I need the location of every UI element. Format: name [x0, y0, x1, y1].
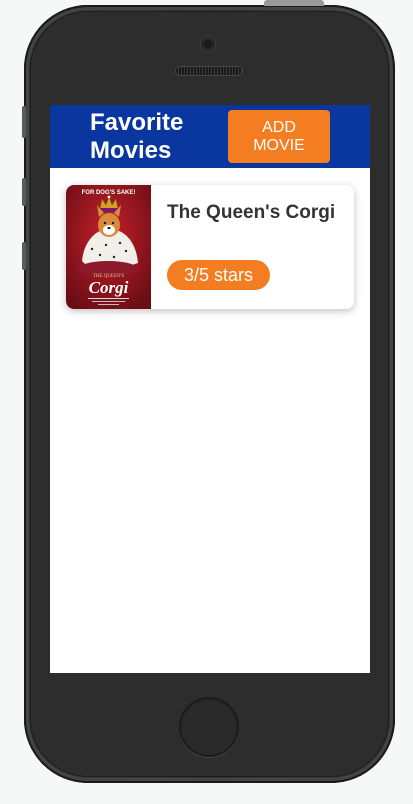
add-movie-button[interactable]: ADD MOVIE — [228, 110, 330, 163]
header-bar: Favorite Movies ADD MOVIE — [50, 105, 370, 168]
poster-title-large: Corgi — [89, 278, 129, 297]
movie-poster: FOR DOG'S SAKE! THE QUEEN'S Corgi — [66, 185, 151, 309]
movie-card[interactable]: FOR DOG'S SAKE! THE QUEEN'S Corgi The Qu… — [66, 185, 354, 309]
page-title: Favorite Movies — [90, 109, 184, 164]
volume-down-button — [22, 242, 26, 270]
front-camera — [201, 37, 215, 51]
rating-badge: 3/5 stars — [167, 260, 271, 290]
home-button[interactable] — [179, 697, 239, 757]
poster-tagline: FOR DOG'S SAKE! — [82, 190, 136, 196]
movie-title: The Queen's Corgi — [167, 202, 336, 223]
earpiece-speaker — [176, 67, 242, 75]
mute-switch — [22, 106, 26, 138]
power-button — [264, 0, 324, 6]
volume-up-button — [22, 178, 26, 206]
app-screen: Favorite Movies ADD MOVIE FOR DOG'S SAKE… — [50, 105, 370, 673]
